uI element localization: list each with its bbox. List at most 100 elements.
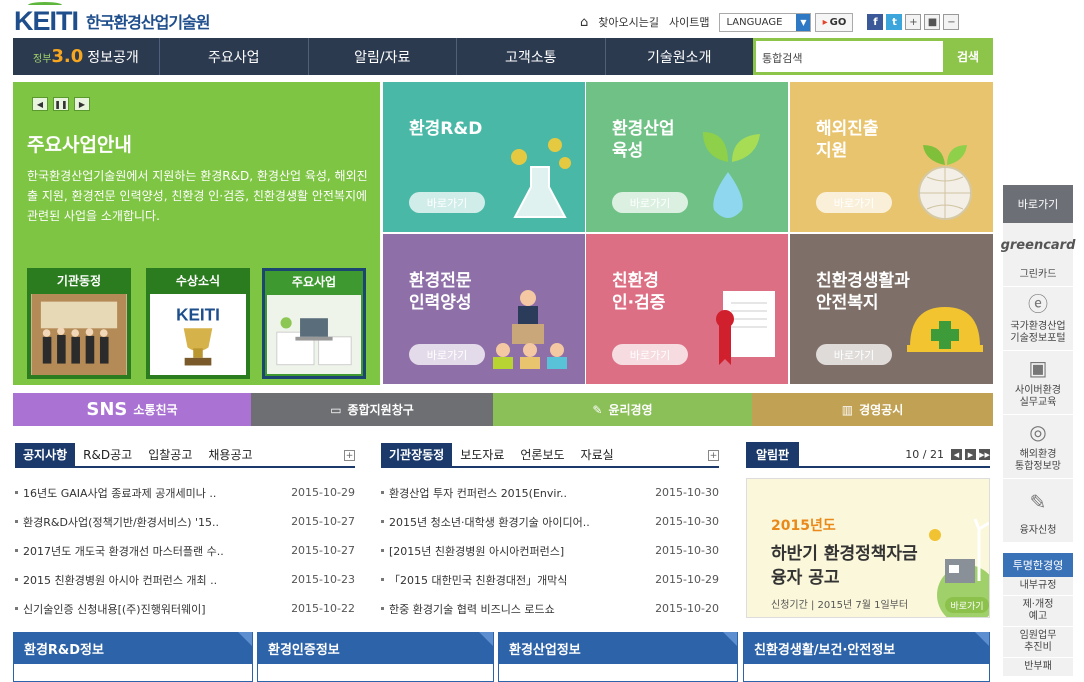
next-icon[interactable]: ▶ xyxy=(74,97,90,111)
tile-env-experts-button[interactable]: 바로가기 xyxy=(409,344,485,365)
bottom-tab-env-rnd[interactable]: 환경R&D정보 xyxy=(13,632,253,682)
tile-eco-cert-button[interactable]: 바로가기 xyxy=(612,344,688,365)
bottom-tab-eco-life[interactable]: 친환경생활/보건·안전정보 xyxy=(743,632,990,682)
arrow-icon: ▸ xyxy=(822,16,828,28)
list-item[interactable]: 2015 친환경병원 아시아 컨퍼런스 개최 .. 2015-10-23 xyxy=(15,565,355,594)
greencard-link[interactable]: greencard 그린카드 xyxy=(1001,223,1075,287)
tile-env-industry-button[interactable]: 바로가기 xyxy=(612,192,688,213)
chevron-down-icon: ▼ xyxy=(796,13,811,31)
internal-rules-link[interactable]: 내부규정 xyxy=(1003,577,1073,596)
tile-overseas[interactable]: 해외진출 지원 바로가기 xyxy=(790,82,993,232)
quick-links-title: 바로가기 xyxy=(1003,185,1073,223)
list-item[interactable]: 2015년 청소년·대학생 환경기술 아이디어.. 2015-10-30 xyxy=(381,507,719,536)
more-plus-icon[interactable]: + xyxy=(708,450,719,461)
cyber-education-link[interactable]: ▣ 사이버환경 실무교육 xyxy=(1003,351,1073,415)
prev-icon[interactable]: ◀ xyxy=(951,449,962,460)
language-go-button[interactable]: ▸ GO xyxy=(815,12,854,32)
main-business-image xyxy=(267,295,361,374)
tile-eco-cert[interactable]: 친환경 인·검증 바로가기 xyxy=(586,234,788,384)
notice-title: 알림판 xyxy=(746,442,800,467)
quick-links: 바로가기 greencard 그린카드 ⓔ 국가환경산업 기술정보포털 ▣ 사이… xyxy=(1001,185,1075,677)
hero-panel: ◀ ❚❚ ▶ 주요사업안내 한국환경산업기술원에서 지원하는 환경R&D, 환경… xyxy=(13,82,380,385)
page-counter: 10 / 21 xyxy=(905,448,944,461)
next-icon[interactable]: ▶▶ xyxy=(979,449,990,460)
directions-link[interactable]: 찾아오시는길 xyxy=(598,14,659,30)
thumb-main-business[interactable]: 주요사업 xyxy=(262,268,366,379)
sprout-drop-icon xyxy=(703,132,760,218)
tab-jobs[interactable]: 채용공고 xyxy=(200,443,260,466)
tile-env-experts[interactable]: 환경전문 인력양성 바로가기 xyxy=(383,234,585,384)
overseas-info-link[interactable]: ◎ 해외환경 통합정보망 xyxy=(1003,415,1073,479)
pause-icon[interactable]: ❚❚ xyxy=(53,97,69,111)
tile-eco-life-safety-button[interactable]: 바로가기 xyxy=(816,344,892,365)
sitemap-link[interactable]: 사이트맵 xyxy=(669,14,709,30)
main-nav: 정부3.0 정보공개 주요사업 알림/자료 고객소통 기술원소개 xyxy=(13,38,753,75)
thumb-agency-news[interactable]: 기관동정 xyxy=(27,268,131,379)
play-icon[interactable]: ▶ xyxy=(965,449,976,460)
nav-item-business[interactable]: 주요사업 xyxy=(160,38,309,75)
tile-eco-life-safety[interactable]: 친환경생활과 안전복지 바로가기 xyxy=(790,234,993,384)
policy-loan-banner[interactable]: 2015년도 하반기 환경정책자금 융자 공고 신청기간 | 2015년 7월 … xyxy=(746,478,990,618)
bottom-tab-env-cert[interactable]: 환경인증정보 xyxy=(257,632,494,682)
org-name: 한국환경산업기술원 xyxy=(86,13,210,32)
prev-icon[interactable]: ◀ xyxy=(32,97,48,111)
logo[interactable]: KEITI 한국환경산업기술원 xyxy=(14,1,211,37)
nav-item-customer[interactable]: 고객소통 xyxy=(457,38,606,75)
monitor-icon: ▭ xyxy=(330,402,342,417)
support-desk-bar[interactable]: ▭ 종합지원창구 xyxy=(251,393,493,426)
search-bar: 통합검색 검색 xyxy=(753,38,993,75)
list-item[interactable]: 신기술인증 신청내용[(주)진행워터웨이] 2015-10-22 xyxy=(15,594,355,623)
search-button[interactable]: 검색 xyxy=(943,38,993,75)
form-icon: ✎ xyxy=(1029,490,1047,514)
list-item[interactable]: 환경R&D사업(정책기반/환경서비스) '15.. 2015-10-27 xyxy=(15,507,355,536)
twitter-icon[interactable]: t xyxy=(886,14,903,30)
tab-notices[interactable]: 공지사항 xyxy=(15,443,76,466)
nav-item-news[interactable]: 알림/자료 xyxy=(309,38,457,75)
news-board: 기관장동정 보도자료 언론보도 자료실 + 환경산업 투자 컨퍼런스 2015(… xyxy=(381,443,719,623)
list-item[interactable]: 2017년도 개도국 환경개선 마스터플랜 수.. 2015-10-27 xyxy=(15,536,355,565)
tab-rnd-notices[interactable]: R&D공고 xyxy=(75,443,140,466)
list-item[interactable]: 16년도 GAIA사업 종료과제 공개세미나 .. 2015-10-29 xyxy=(15,478,355,507)
tab-media[interactable]: 언론보도 xyxy=(512,443,572,466)
sns-bar[interactable]: SNS 소통친국 xyxy=(13,393,251,426)
home-icon[interactable]: ⌂ xyxy=(580,15,588,30)
list-item[interactable]: 한중 환경기술 협력 비즈니스 로드쇼 2015-10-20 xyxy=(381,594,719,623)
keiti-logo: KEITI xyxy=(14,1,79,37)
ethics-bar[interactable]: ✎ 윤리경영 xyxy=(493,393,752,426)
nav-item-about[interactable]: 기술원소개 xyxy=(606,38,754,75)
exec-expense-link[interactable]: 임원업무 추진비 xyxy=(1003,627,1073,658)
env-tech-portal-link[interactable]: ⓔ 국가환경산업 기술정보포털 xyxy=(1003,287,1073,351)
tab-press[interactable]: 보도자료 xyxy=(452,443,512,466)
globe-sprout-icon xyxy=(918,145,972,220)
tab-bids[interactable]: 입찰공고 xyxy=(140,443,200,466)
hero-title: 주요사업안내 xyxy=(27,134,132,156)
notice-board: 공지사항 R&D공고 입찰공고 채용공고 + 16년도 GAIA사업 종료과제 … xyxy=(15,443,355,623)
nav-item-info[interactable]: 정부3.0 정보공개 xyxy=(13,38,160,75)
rule-revision-link[interactable]: 제·개정 예고 xyxy=(1003,596,1073,627)
globe-icon: ◎ xyxy=(1029,420,1047,444)
list-item[interactable]: [2015년 친환경병원 아시아컨퍼런스] 2015-10-30 xyxy=(381,536,719,565)
zoom-reset-icon[interactable]: ■ xyxy=(924,14,941,30)
zoom-out-icon[interactable]: − xyxy=(943,14,960,30)
tile-env-rnd-button[interactable]: 바로가기 xyxy=(409,192,485,213)
list-item[interactable]: 「2015 대한민국 친환경대전」개막식 2015-10-29 xyxy=(381,565,719,594)
disclosure-bar[interactable]: ▥ 경영공시 xyxy=(752,393,993,426)
tile-env-industry[interactable]: 환경산업 육성 바로가기 xyxy=(586,82,788,232)
banner-go-button[interactable]: 바로가기 xyxy=(945,597,989,613)
book-icon: ✎ xyxy=(592,402,603,417)
list-item[interactable]: 환경산업 투자 컨퍼런스 2015(Envir.. 2015-10-30 xyxy=(381,478,719,507)
language-select[interactable]: LANGUAGE ▼ xyxy=(719,12,812,32)
search-input[interactable]: 통합검색 xyxy=(756,41,943,72)
safety-helmet-icon xyxy=(907,307,983,352)
tab-ceo-news[interactable]: 기관장동정 xyxy=(381,443,453,466)
more-plus-icon[interactable]: + xyxy=(344,450,355,461)
tile-env-rnd[interactable]: 환경R&D 바로가기 xyxy=(383,82,585,232)
facebook-icon[interactable]: f xyxy=(867,14,884,30)
tile-overseas-button[interactable]: 바로가기 xyxy=(816,192,892,213)
loan-application-link[interactable]: ✎ 융자신청 xyxy=(1003,479,1073,543)
thumb-awards[interactable]: 수상소식 KEITI xyxy=(146,268,250,379)
bottom-tab-env-industry[interactable]: 환경산업정보 xyxy=(498,632,738,682)
zoom-in-icon[interactable]: + xyxy=(905,14,922,30)
anti-corruption-link[interactable]: 반부패 xyxy=(1003,658,1073,677)
tab-archive[interactable]: 자료실 xyxy=(573,443,622,466)
